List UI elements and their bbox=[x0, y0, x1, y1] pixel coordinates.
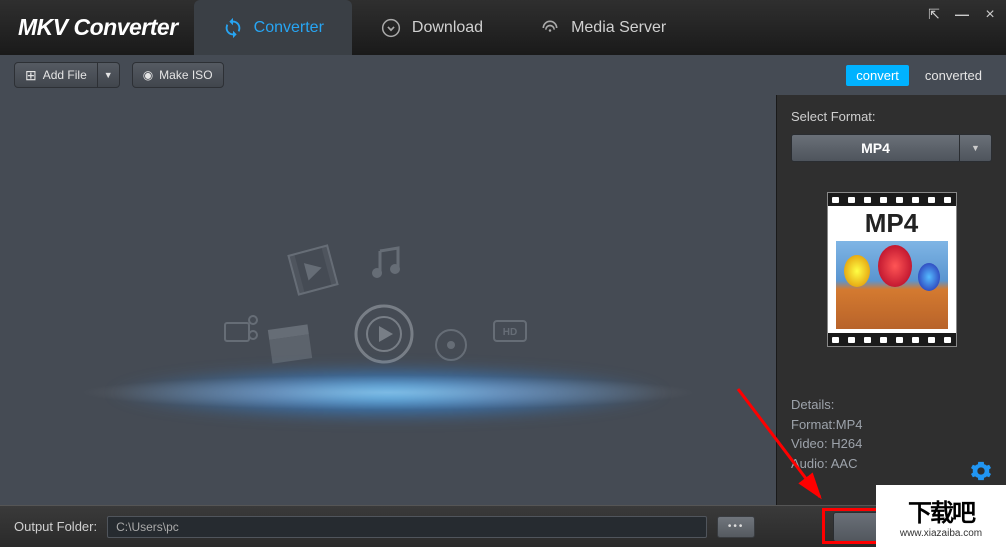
main-tabs: Converter Download Media Server bbox=[194, 0, 695, 55]
download-icon bbox=[380, 17, 402, 39]
watermark-text: 下载吧 bbox=[908, 493, 974, 528]
format-value: MP4 bbox=[791, 134, 960, 162]
body-layout: HD Select Format: MP4 ▼ MP4 Details: bbox=[0, 95, 1006, 505]
converted-tab[interactable]: converted bbox=[915, 65, 992, 86]
preview-thumbnail: MP4 bbox=[827, 192, 957, 347]
app-header: MKV Converter Converter Download Media S… bbox=[0, 0, 1006, 55]
add-file-dropdown[interactable]: ▼ bbox=[98, 62, 120, 88]
browse-button[interactable]: ••• bbox=[717, 516, 755, 538]
film-perforation bbox=[828, 193, 956, 206]
tab-download[interactable]: Download bbox=[352, 0, 511, 55]
tab-converter[interactable]: Converter bbox=[194, 0, 352, 55]
format-select[interactable]: MP4 ▼ bbox=[791, 134, 992, 162]
add-file-label: Add File bbox=[43, 68, 87, 82]
chevron-down-icon: ▼ bbox=[104, 70, 113, 80]
select-format-label: Select Format: bbox=[791, 109, 992, 124]
preview-format-label: MP4 bbox=[828, 206, 956, 241]
minimize-icon[interactable]: — bbox=[954, 6, 970, 24]
output-folder-label: Output Folder: bbox=[14, 519, 97, 534]
convert-status-tabs: convert converted bbox=[846, 65, 992, 86]
details-format: Format:MP4 bbox=[791, 415, 992, 435]
tab-label: Download bbox=[412, 19, 483, 37]
format-preview: MP4 bbox=[791, 192, 992, 347]
watermark-overlay: 下载吧 www.xiazaiba.com bbox=[876, 485, 1006, 547]
refresh-icon bbox=[222, 17, 244, 39]
hd-icon: HD bbox=[493, 320, 527, 342]
make-iso-button[interactable]: ◉ Make ISO bbox=[132, 62, 224, 88]
format-details: Details: Format:MP4 Video: H264 Audio: A… bbox=[791, 395, 992, 473]
disc-icon bbox=[433, 327, 469, 363]
output-folder-input[interactable] bbox=[107, 516, 707, 538]
footer-bar: Output Folder: ••• Open bbox=[0, 505, 1006, 547]
tab-label: Media Server bbox=[571, 19, 666, 37]
popout-icon[interactable]: ⇱ bbox=[926, 6, 942, 24]
settings-button[interactable] bbox=[970, 460, 992, 487]
film-icon bbox=[282, 239, 343, 300]
glow-highlight bbox=[78, 375, 698, 410]
details-video: Video: H264 bbox=[791, 434, 992, 454]
clapper-icon bbox=[266, 322, 315, 366]
plus-icon: ⊞ bbox=[25, 68, 37, 82]
close-icon[interactable]: × bbox=[982, 6, 998, 24]
gear-icon bbox=[970, 460, 992, 482]
music-icon bbox=[368, 243, 408, 283]
main-drop-area[interactable]: HD bbox=[0, 95, 776, 505]
add-file-button[interactable]: ⊞ Add File bbox=[14, 62, 98, 88]
play-circle-icon bbox=[353, 303, 415, 365]
app-title: MKV Converter bbox=[0, 14, 188, 41]
disc-icon: ◉ bbox=[143, 68, 153, 82]
preview-scene bbox=[836, 241, 948, 329]
details-audio: Audio: AAC bbox=[791, 454, 992, 474]
watermark-url: www.xiazaiba.com bbox=[900, 528, 982, 539]
tab-label: Converter bbox=[254, 19, 324, 37]
window-controls: ⇱ — × bbox=[926, 6, 998, 24]
svg-text:HD: HD bbox=[503, 327, 517, 338]
chevron-down-icon: ▼ bbox=[971, 143, 980, 153]
add-file-group: ⊞ Add File ▼ bbox=[14, 62, 120, 88]
format-dropdown-button[interactable]: ▼ bbox=[960, 134, 992, 162]
signal-icon bbox=[539, 17, 561, 39]
toolbar: ⊞ Add File ▼ ◉ Make ISO convert converte… bbox=[0, 55, 1006, 95]
details-heading: Details: bbox=[791, 395, 992, 415]
format-sidebar: Select Format: MP4 ▼ MP4 Details: Format… bbox=[776, 95, 1006, 505]
camera-icon bbox=[223, 315, 263, 345]
make-iso-label: Make ISO bbox=[159, 68, 212, 82]
tab-media-server[interactable]: Media Server bbox=[511, 0, 694, 55]
convert-tab[interactable]: convert bbox=[846, 65, 909, 86]
film-perforation bbox=[828, 333, 956, 346]
